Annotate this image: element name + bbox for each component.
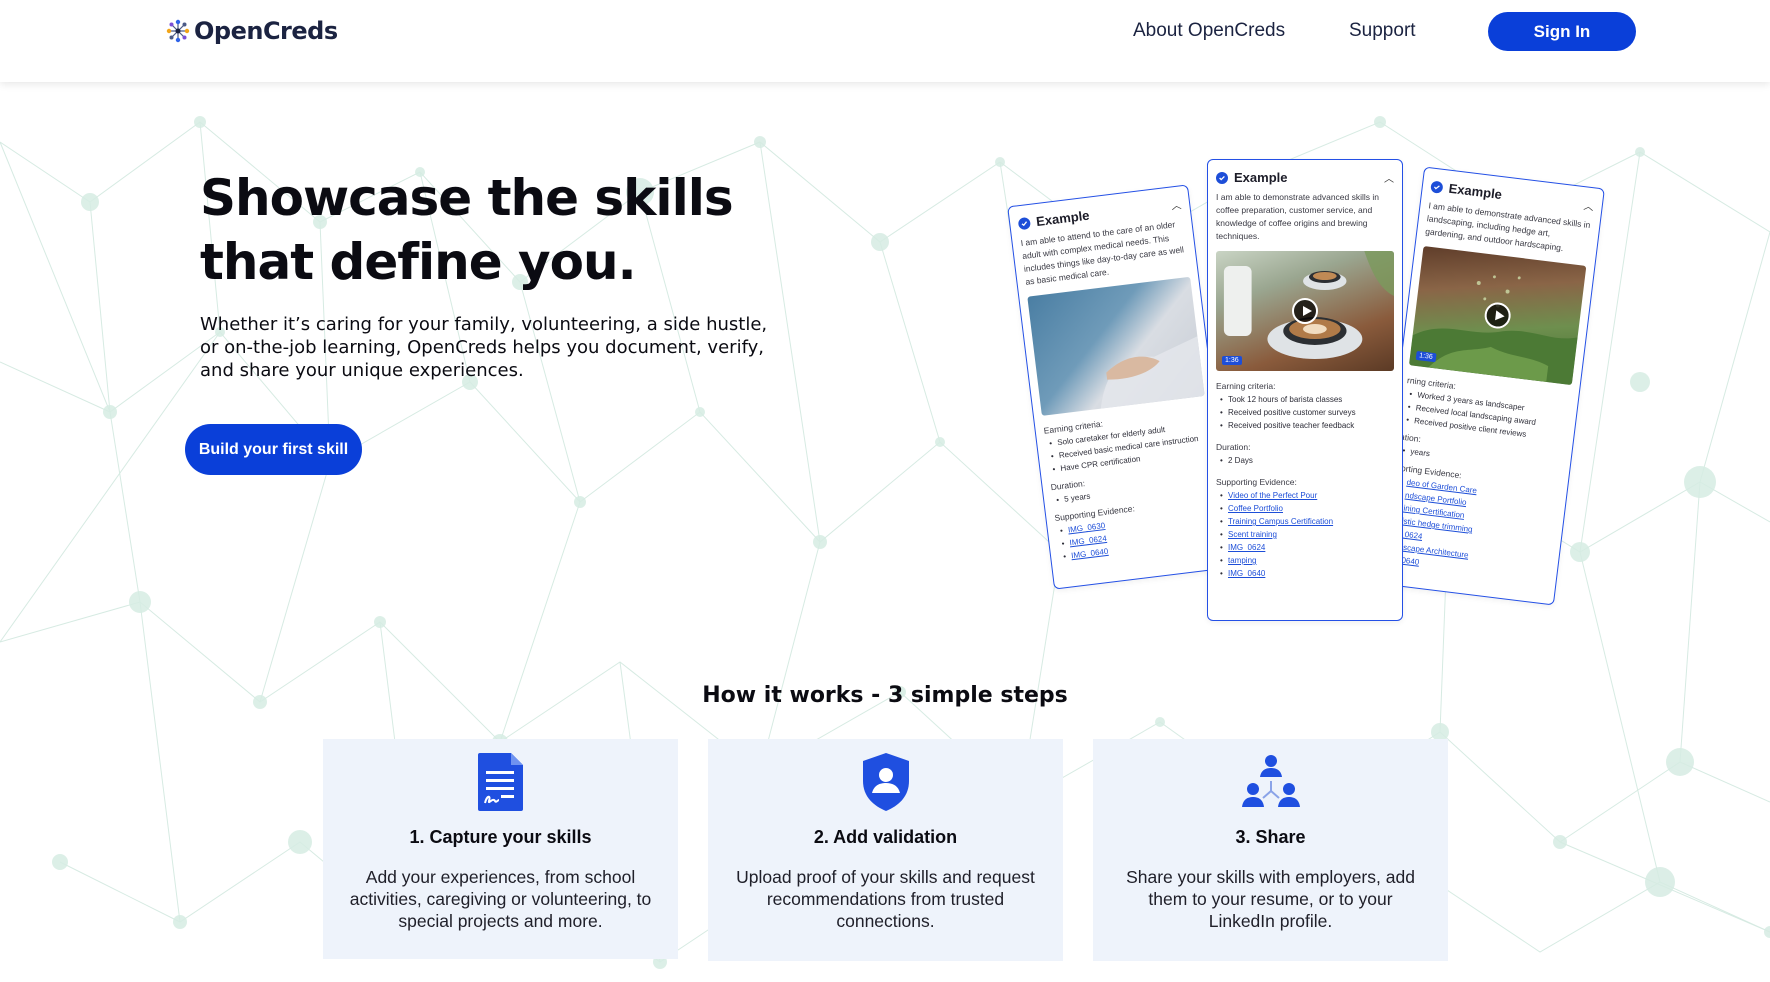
brand-logo[interactable]: OpenCreds xyxy=(166,17,338,45)
step-title: 1. Capture your skills xyxy=(409,827,592,847)
opencreds-logo-icon xyxy=(166,19,190,43)
criteria-list: Took 12 hours of barista classes Receive… xyxy=(1208,391,1402,434)
step-card-add-validation: 2. Add validation Upload proof of your s… xyxy=(708,739,1063,961)
criteria-item: Received positive teacher feedback xyxy=(1220,419,1394,432)
verified-check-icon xyxy=(1216,171,1228,184)
document-signature-icon xyxy=(477,753,523,811)
evidence-link[interactable]: Coffee Portfolio xyxy=(1220,502,1394,515)
evidence-link[interactable]: tamping xyxy=(1220,554,1394,567)
build-first-skill-button[interactable]: Build your first skill xyxy=(185,424,362,475)
caregiving-photo xyxy=(1027,276,1205,416)
evidence-link[interactable]: Scent training xyxy=(1220,528,1394,541)
hero-title-line-1: Showcase the skills xyxy=(200,169,734,227)
criteria-label: Earning criteria: xyxy=(1216,381,1276,391)
step-description: Upload proof of your skills and request … xyxy=(736,867,1035,931)
step-title: 2. Add validation xyxy=(813,827,958,847)
top-navigation-bar: OpenCreds About OpenCreds Support Sign I… xyxy=(0,0,1770,82)
verified-check-icon xyxy=(1430,179,1444,194)
step-card-share: 3. Share Share your skills with employer… xyxy=(1093,739,1448,961)
hero-title: Showcase the skills that define you. xyxy=(200,166,800,294)
hero-title-line-2: that define you. xyxy=(200,233,637,291)
step-description: Add your experiences, from school activi… xyxy=(349,867,652,931)
brand-name: OpenCreds xyxy=(194,17,338,45)
step-description: Share your skills with employers, add th… xyxy=(1126,867,1415,931)
hero-subtitle: Whether it’s caring for your family, vol… xyxy=(200,314,768,381)
card-title: Example xyxy=(1234,170,1288,185)
how-it-works-title: How it works - 3 simple steps xyxy=(702,683,1068,708)
coffee-video-thumbnail[interactable]: 1:36 xyxy=(1216,251,1394,371)
card-header: Example ︿ xyxy=(1208,160,1402,191)
evidence-link[interactable]: IMG_0624 xyxy=(1220,541,1394,554)
criteria-item: Received positive customer surveys xyxy=(1220,406,1394,419)
verified-check-icon xyxy=(1017,216,1031,230)
duration-list: 2 Days xyxy=(1208,452,1402,469)
evidence-link[interactable]: Video of the Perfect Pour xyxy=(1220,489,1394,502)
collapse-chevron-icon[interactable]: ︿ xyxy=(1384,170,1394,185)
example-card-barista[interactable]: Example ︿ I am able to demonstrate advan… xyxy=(1207,159,1403,621)
collapse-chevron-icon[interactable]: ︿ xyxy=(1583,197,1595,213)
evidence-list: Video of the Perfect Pour Coffee Portfol… xyxy=(1208,487,1402,582)
nav-link-support[interactable]: Support xyxy=(1349,20,1416,42)
duration-label: Duration: xyxy=(1216,442,1251,452)
video-duration: 1:36 xyxy=(1222,356,1242,365)
step-title: 3. Share xyxy=(1235,827,1306,847)
nav-link-about[interactable]: About OpenCreds xyxy=(1133,20,1285,42)
card-description: I am able to demonstrate advanced skills… xyxy=(1216,192,1380,241)
duration-value: 2 Days xyxy=(1220,454,1394,467)
criteria-item: Took 12 hours of barista classes xyxy=(1220,393,1394,406)
evidence-link[interactable]: IMG_0640 xyxy=(1220,567,1394,580)
evidence-link[interactable]: Training Campus Certification xyxy=(1220,515,1394,528)
evidence-label: Supporting Evidence: xyxy=(1216,477,1297,487)
play-video-icon[interactable] xyxy=(1292,298,1318,324)
people-network-icon xyxy=(1241,755,1300,807)
collapse-chevron-icon[interactable]: ︿ xyxy=(1170,196,1182,212)
garden-video-thumbnail[interactable]: 1:36 xyxy=(1408,245,1587,386)
sign-in-button[interactable]: Sign In xyxy=(1488,12,1636,51)
step-card-capture-skills: 1. Capture your skills Add your experien… xyxy=(323,739,678,959)
shield-user-icon xyxy=(862,753,909,811)
